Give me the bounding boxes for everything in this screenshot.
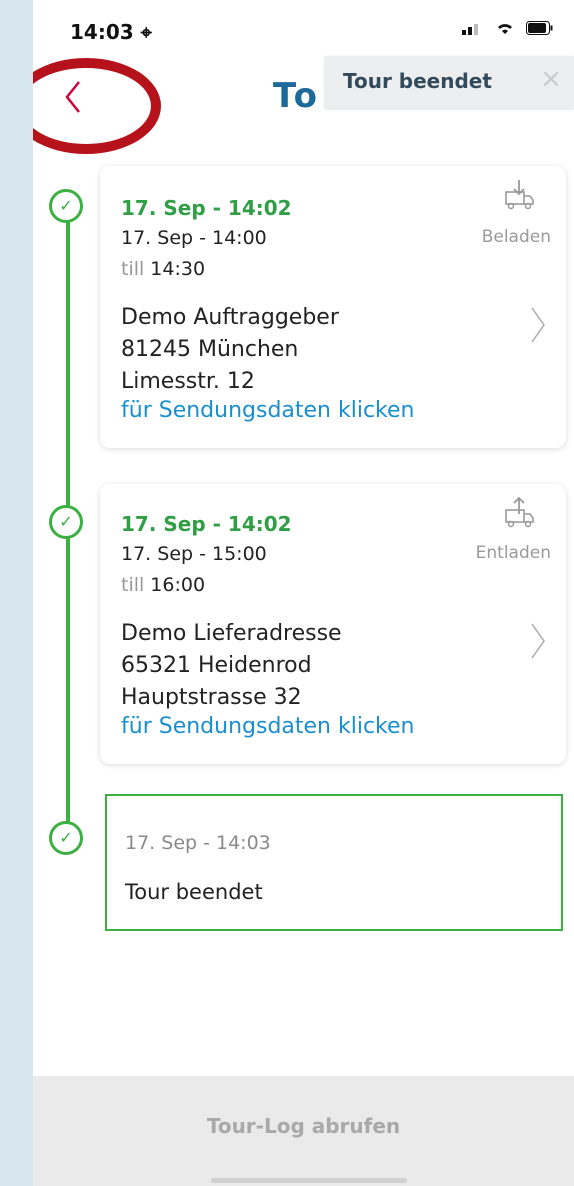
till-time: till 16:00 (121, 574, 205, 596)
chevron-right-icon[interactable] (530, 622, 546, 669)
action-label: Beladen (481, 227, 551, 247)
close-icon[interactable]: × (540, 64, 562, 94)
tour-end-card: 17. Sep - 14:03 Tour beendet (105, 794, 563, 931)
address-block: Demo Lieferadresse 65321 Heidenrod Haupt… (121, 618, 342, 714)
shipment-data-link[interactable]: für Sendungsdaten klicken (121, 714, 415, 739)
address-name: Demo Lieferadresse (121, 621, 342, 646)
home-indicator (211, 1178, 407, 1183)
check-circle-icon: ✓ (49, 821, 83, 855)
till-time: till 14:30 (121, 258, 205, 280)
stop-card-unload[interactable]: 17. Sep - 14:02 17. Sep - 15:00 till 16:0… (100, 484, 566, 764)
action-label: Entladen (475, 543, 551, 563)
status-icons (461, 20, 554, 39)
end-text: Tour beendet (125, 880, 263, 904)
address-name: Demo Auftraggeber (121, 305, 339, 330)
status-bar: 14:03 ⌖ (33, 0, 574, 60)
check-circle-icon: ✓ (49, 189, 83, 223)
address-city: 65321 Heidenrod (121, 653, 312, 678)
bottom-bar: Tour-Log abrufen (33, 1076, 574, 1186)
address-city: 81245 München (121, 337, 299, 362)
signal-icon (461, 24, 478, 35)
truck-load-icon (505, 180, 534, 210)
actual-time: 17. Sep - 14:02 (121, 512, 292, 536)
page-title: To (273, 76, 320, 116)
shipment-data-link[interactable]: für Sendungsdaten klicken (121, 398, 415, 423)
till-label: till (121, 258, 145, 280)
address-street: Limesstr. 12 (121, 369, 255, 394)
till-value: 16:00 (150, 574, 206, 596)
wifi-icon (497, 24, 512, 34)
address-block: Demo Auftraggeber 81245 München Limesstr… (121, 302, 339, 398)
chevron-left-icon (65, 81, 80, 113)
actual-time: 17. Sep - 14:02 (121, 196, 292, 220)
address-street: Hauptstrasse 32 (121, 685, 302, 710)
battery-icon (526, 21, 553, 35)
toast-tour-ended: Tour beendet × (325, 56, 574, 108)
tour-log-button[interactable]: Tour-Log abrufen (33, 1114, 574, 1138)
till-label: till (121, 574, 145, 596)
end-time: 17. Sep - 14:03 (125, 832, 271, 854)
check-circle-icon: ✓ (49, 505, 83, 539)
chevron-right-icon[interactable] (530, 306, 546, 353)
planned-time: 17. Sep - 14:00 (121, 227, 267, 249)
stop-card-load[interactable]: 17. Sep - 14:02 17. Sep - 14:00 till 14:3… (100, 166, 566, 448)
planned-time: 17. Sep - 15:00 (121, 543, 267, 565)
app-screen: 14:03 ⌖ To Tour beendet × ✓ ✓ ✓ 17. Sep … (33, 0, 574, 1186)
back-button[interactable] (63, 80, 103, 120)
status-time: 14:03 ⌖ (70, 20, 152, 44)
till-value: 14:30 (150, 258, 206, 280)
truck-unload-icon (505, 496, 534, 528)
toast-text: Tour beendet (343, 69, 492, 93)
